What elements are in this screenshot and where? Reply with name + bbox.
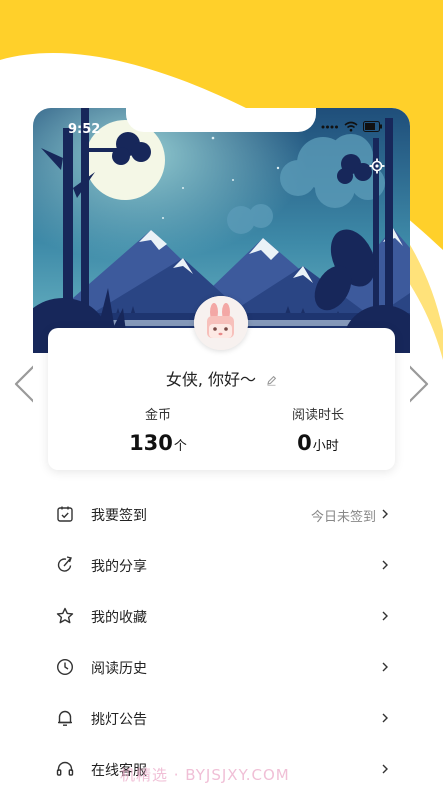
reading-time-value: 0	[297, 431, 312, 455]
chevron-right-icon	[382, 611, 388, 621]
coins-stat[interactable]: 金币 130个	[98, 404, 218, 455]
bell-icon	[58, 710, 72, 726]
chevron-right-icon	[382, 662, 388, 672]
coins-unit: 个	[173, 439, 187, 454]
coins-value-row: 130个	[98, 431, 218, 455]
reading-time-stat[interactable]: 阅读时长 0小时	[258, 404, 378, 455]
menu-item-label: 我要签到	[91, 508, 147, 524]
headset-icon	[56, 761, 74, 776]
coins-label: 金币	[144, 408, 171, 423]
greeting-text: 女侠, 你好～	[165, 370, 257, 389]
chevron-right-icon	[382, 764, 388, 774]
menu-item-announcements[interactable]: 挑灯公告	[33, 692, 410, 743]
star-icon	[56, 607, 74, 624]
menu-item-label: 我的分享	[91, 559, 147, 575]
menu-item-label: 阅读历史	[91, 661, 147, 677]
menu-item-history[interactable]: 阅读历史	[33, 641, 410, 692]
coins-value: 130	[129, 431, 173, 455]
watermark-text: 机精选 · BYJSJXY.COM	[120, 766, 290, 784]
reading-time-label: 阅读时长	[291, 408, 344, 423]
menu-list: 我要签到 今日未签到 我的分享 我的收藏 阅读历史 挑灯公告 在线客服	[33, 488, 410, 794]
menu-item-label: 挑灯公告	[91, 712, 147, 728]
calendar-check-icon	[57, 506, 73, 522]
chevron-right-icon	[382, 560, 388, 570]
signal-dots-icon	[321, 125, 338, 128]
wifi-icon	[344, 121, 358, 132]
menu-item-label: 我的收藏	[91, 610, 147, 626]
reading-time-value-row: 0小时	[258, 431, 378, 455]
screen-notch	[126, 108, 316, 132]
status-time: 9:52	[68, 122, 101, 137]
chevron-right-icon	[382, 509, 388, 519]
share-icon	[57, 556, 72, 572]
edit-pencil-icon[interactable]	[266, 375, 277, 386]
rabbit-avatar-icon	[194, 296, 248, 350]
clock-icon	[56, 658, 74, 676]
reading-time-unit: 小时	[312, 439, 339, 454]
phone-screen: 9:52 女侠, 你好～ 金币 130个 阅读时长 0小时 我要签到 今日未签到…	[33, 108, 410, 794]
menu-item-share[interactable]: 我的分享	[33, 539, 410, 590]
checkin-status: 今日未签到	[310, 510, 376, 525]
avatar[interactable]	[194, 296, 248, 350]
menu-item-favorites[interactable]: 我的收藏	[33, 590, 410, 641]
status-icons	[321, 121, 383, 132]
chevron-right-icon	[382, 713, 388, 723]
greeting-row: 女侠, 你好～	[48, 366, 395, 390]
settings-gear-icon[interactable]	[369, 158, 385, 174]
menu-item-checkin[interactable]: 我要签到 今日未签到	[33, 488, 410, 539]
battery-icon	[363, 121, 382, 132]
